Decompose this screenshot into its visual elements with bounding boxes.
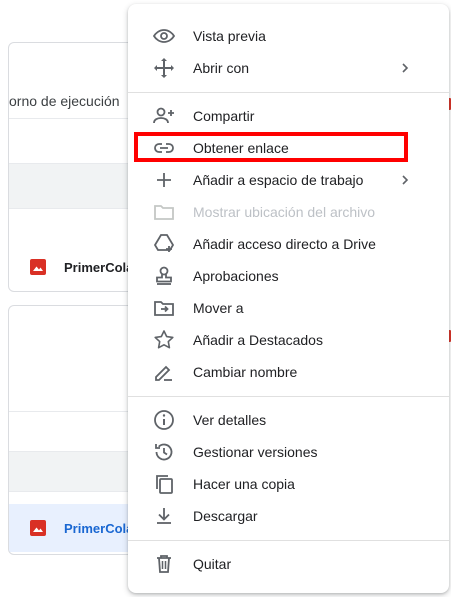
trash-icon [152, 552, 176, 576]
drive-shortcut-icon [152, 232, 176, 256]
pencil-icon [152, 360, 176, 384]
download-icon [152, 504, 176, 528]
menu-item-remove[interactable]: Quitar [128, 548, 449, 580]
menu-item-label: Quitar [193, 556, 232, 572]
menu-item-label: Añadir a espacio de trabajo [193, 172, 364, 188]
menu-item-versions[interactable]: Gestionar versiones [128, 436, 449, 468]
info-icon [152, 408, 176, 432]
menu-item-label: Hacer una copia [193, 476, 295, 492]
menu-item-rename[interactable]: Cambiar nombre [128, 356, 449, 388]
copy-icon [152, 472, 176, 496]
menu-divider [128, 540, 449, 541]
move-to-folder-icon [152, 296, 176, 320]
menu-item-label: Ver detalles [193, 412, 267, 428]
menu-item-show-location: Mostrar ubicación del archivo [128, 196, 449, 228]
file-name: PrimerCola [64, 520, 134, 536]
image-file-icon [30, 259, 46, 275]
menu-item-preview[interactable]: Vista previa [128, 20, 449, 52]
history-icon [152, 440, 176, 464]
folder-icon [152, 200, 176, 224]
stamp-icon [152, 264, 176, 288]
menu-item-add-workspace[interactable]: Añadir a espacio de trabajo [128, 164, 449, 196]
menu-item-label: Vista previa [193, 28, 266, 44]
menu-item-label: Compartir [193, 108, 255, 124]
menu-item-label: Cambiar nombre [193, 364, 298, 380]
menu-item-label: Añadir a Destacados [193, 332, 323, 348]
menu-divider [128, 396, 449, 397]
menu-item-approvals[interactable]: Aprobaciones [128, 260, 449, 292]
menu-item-share[interactable]: Compartir [128, 100, 449, 132]
move-arrows-icon [152, 56, 176, 80]
menu-item-copy[interactable]: Hacer una copia [128, 468, 449, 500]
menu-item-add-starred[interactable]: Añadir a Destacados [128, 324, 449, 356]
card-title: orno de ejecución [9, 93, 120, 109]
menu-item-label: Abrir con [193, 60, 250, 76]
menu-item-label: Mostrar ubicación del archivo [193, 204, 376, 220]
menu-item-add-shortcut[interactable]: Añadir acceso directo a Drive [128, 228, 449, 260]
menu-divider [128, 92, 449, 93]
image-file-icon [30, 520, 46, 536]
menu-item-label: Añadir acceso directo a Drive [193, 236, 376, 252]
menu-item-label: Aprobaciones [193, 268, 279, 284]
menu-item-label: Gestionar versiones [193, 444, 318, 460]
chevron-right-icon [397, 60, 413, 76]
menu-item-move-to[interactable]: Mover a [128, 292, 449, 324]
plus-icon [152, 168, 176, 192]
highlight-annotation-box [134, 132, 408, 162]
file-name: PrimerCola [64, 259, 134, 275]
eye-icon [152, 24, 176, 48]
menu-item-open-with[interactable]: Abrir con [128, 52, 449, 84]
menu-item-label: Descargar [193, 508, 258, 524]
menu-item-download[interactable]: Descargar [128, 500, 449, 532]
menu-item-label: Mover a [193, 300, 244, 316]
menu-item-details[interactable]: Ver detalles [128, 404, 449, 436]
context-menu: Vista previa Abrir con Compartir Obtener… [128, 4, 449, 593]
add-person-icon [152, 104, 176, 128]
star-icon [152, 328, 176, 352]
chevron-right-icon [397, 172, 413, 188]
